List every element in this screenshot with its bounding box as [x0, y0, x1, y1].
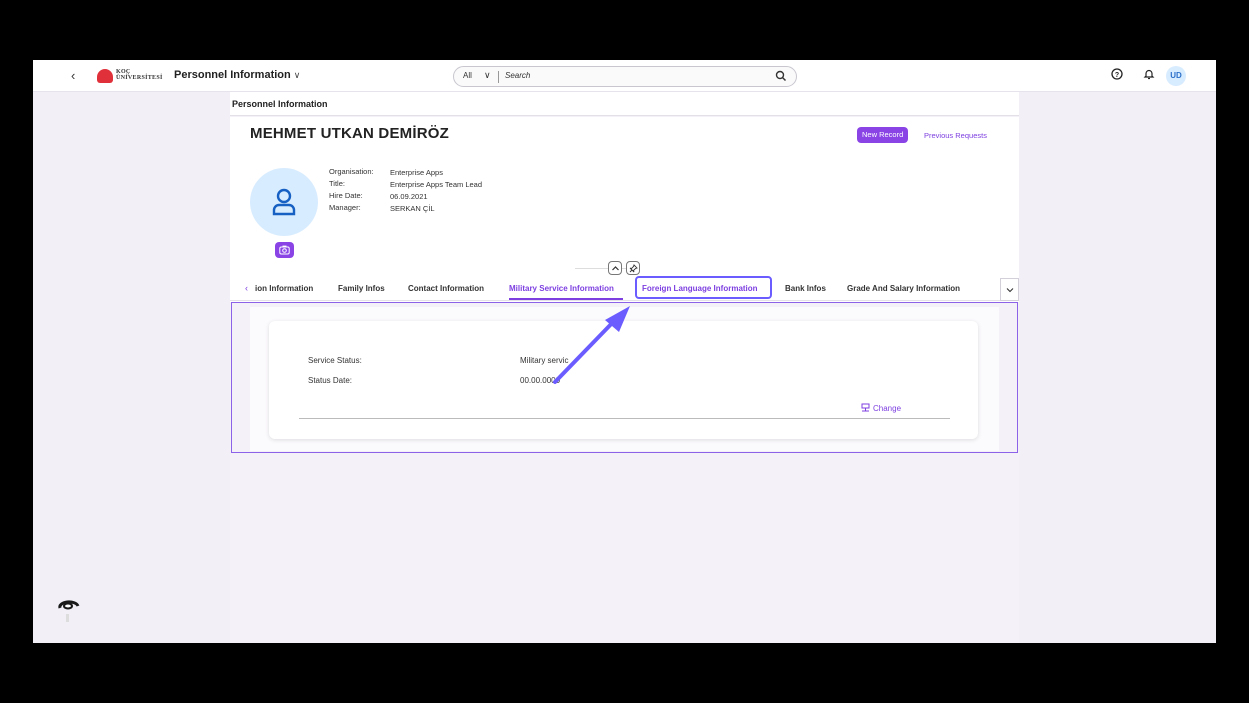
camera-icon [279, 245, 290, 255]
pin-icon [629, 264, 638, 273]
search-input[interactable]: Search [505, 71, 530, 80]
tab-family-infos[interactable]: Family Infos [338, 284, 385, 293]
tab-grade-and-salary-information[interactable]: Grade And Salary Information [847, 284, 960, 293]
tab-bar: ‹ ion Information Family Infos Contact I… [230, 277, 1019, 301]
scroll-left-icon[interactable]: ‹ [245, 283, 248, 293]
pin-header-button[interactable] [626, 261, 640, 275]
organisation-label: Organisation: [329, 167, 374, 176]
new-record-button[interactable]: New Record [857, 127, 909, 143]
app-title-menu[interactable]: Personnel Information ∨ [174, 69, 300, 81]
search-icon[interactable] [775, 70, 787, 82]
previous-requests-link[interactable]: Previous Requests [924, 131, 987, 140]
status-date-value: 00.00.0000 [520, 376, 561, 385]
user-avatar[interactable]: UD [1166, 66, 1186, 86]
tab-bank-infos[interactable]: Bank Infos [785, 284, 826, 293]
organisation-value: Enterprise Apps [390, 168, 443, 177]
active-tab-indicator [509, 298, 623, 300]
breadcrumb: Personnel Information [230, 92, 1019, 116]
university-logo [97, 69, 113, 83]
military-service-card: Service Status: Military servic Status D… [269, 321, 978, 439]
military-service-section: Service Status: Military servic Status D… [231, 302, 1018, 453]
employee-name: MEHMET UTKAN DEMİRÖZ [250, 125, 449, 142]
manager-value: SERKAN ÇİL [390, 204, 435, 213]
collapse-header-button[interactable] [608, 261, 622, 275]
divider [498, 71, 499, 83]
shell-bar: ‹ KOÇ ÜNİVERSİTESİ Personnel Information… [33, 60, 1216, 92]
more-tabs-button[interactable] [1000, 278, 1019, 301]
annotation-highlight-box [635, 276, 772, 299]
chevron-down-icon [1006, 288, 1014, 293]
help-icon[interactable]: ? [1111, 68, 1123, 80]
employee-avatar [250, 168, 318, 236]
title-label: Title: [329, 179, 345, 188]
tab-education-information[interactable]: ion Information [255, 284, 313, 293]
user-icon [272, 188, 296, 216]
svg-text:?: ? [1115, 72, 1119, 79]
search-field[interactable]: All ∨ Search [453, 66, 797, 87]
divider [299, 418, 950, 419]
chevron-down-icon: ∨ [484, 70, 491, 80]
university-logo-text: KOÇ ÜNİVERSİTESİ [116, 69, 163, 81]
manager-label: Manager: [329, 203, 361, 212]
object-header: MEHMET UTKAN DEMİRÖZ New Record Previous… [230, 117, 1019, 302]
camera-button[interactable] [275, 242, 294, 258]
search-scope-select[interactable]: All [463, 71, 472, 80]
hire-date-label: Hire Date: [329, 191, 363, 200]
chevron-up-icon [612, 266, 619, 271]
tab-contact-information[interactable]: Contact Information [408, 284, 484, 293]
title-value: Enterprise Apps Team Lead [390, 180, 483, 189]
service-status-label: Service Status: [308, 356, 362, 365]
chevron-down-icon: ∨ [293, 70, 301, 80]
change-button[interactable]: Change [861, 403, 901, 413]
service-status-value: Military servic [520, 356, 569, 365]
feedback-bug-icon[interactable] [57, 598, 81, 624]
status-date-label: Status Date: [308, 376, 353, 385]
tab-military-service-information[interactable]: Military Service Information [509, 284, 614, 293]
page-content: Personnel Information MEHMET UTKAN DEMİR… [230, 92, 1019, 643]
app-window: ‹ KOÇ ÜNİVERSİTESİ Personnel Information… [33, 60, 1216, 643]
edit-icon [861, 403, 870, 412]
hire-date-value: 06.09.2021 [390, 192, 428, 201]
bell-icon[interactable] [1143, 68, 1155, 80]
back-icon[interactable]: ‹ [71, 68, 75, 83]
